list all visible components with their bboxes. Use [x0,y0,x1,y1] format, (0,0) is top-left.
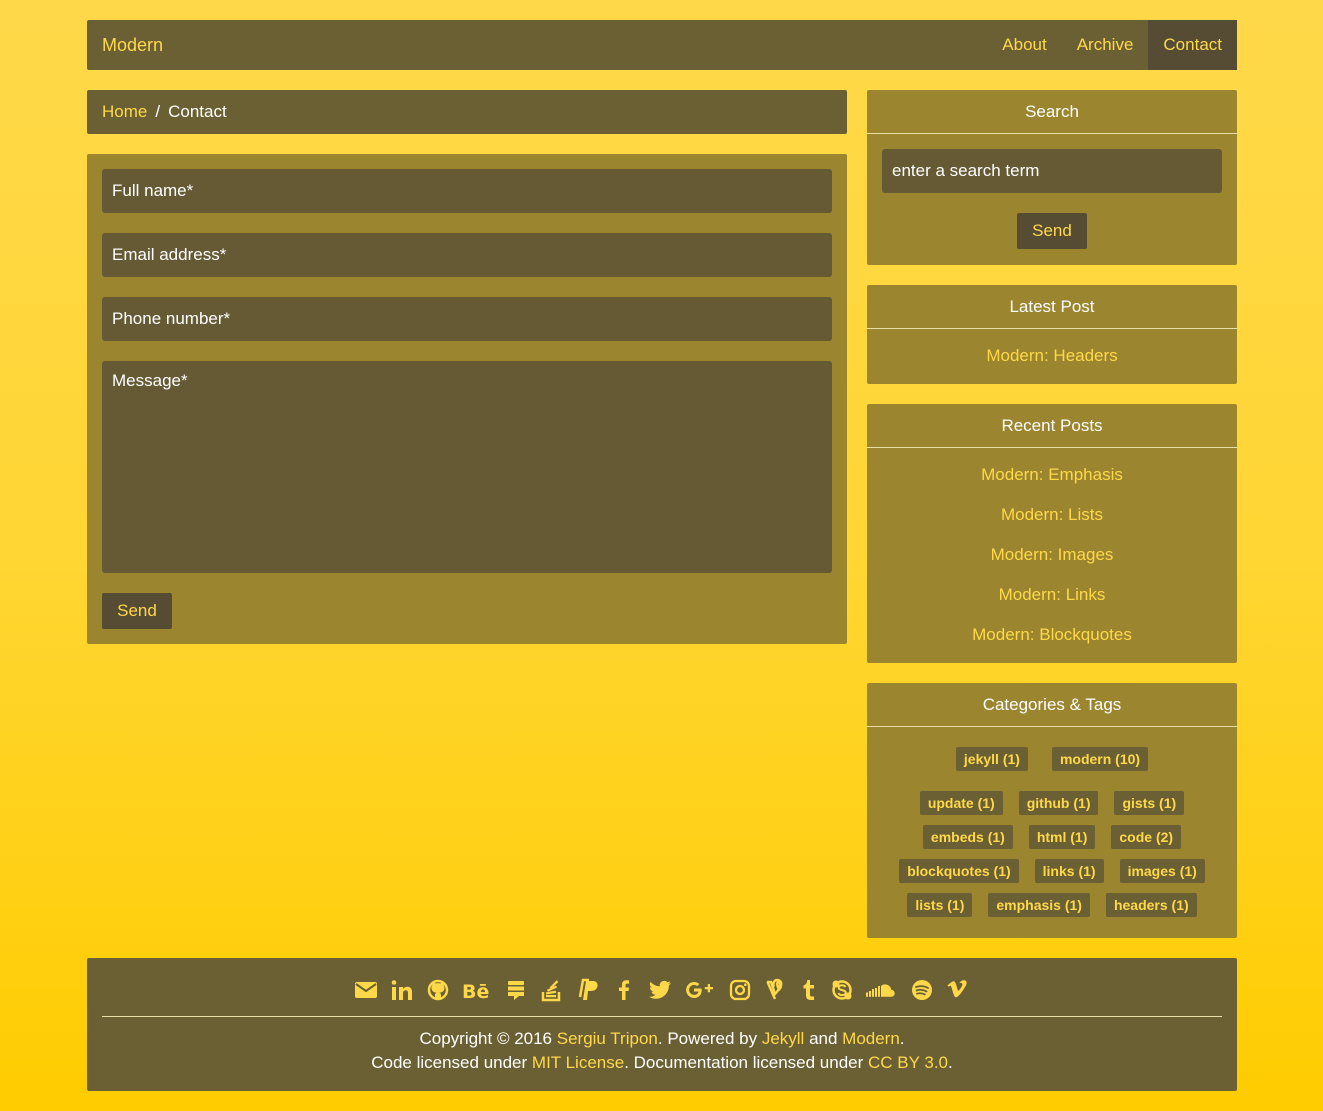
search-send-button[interactable]: Send [1017,213,1087,249]
phone-field[interactable]: Phone number* [102,297,832,341]
tag-link[interactable]: github (1) [1018,791,1099,815]
categories-tags-widget: Categories & Tags jekyll (1) modern (10)… [867,683,1237,938]
jekyll-link[interactable]: Jekyll [762,1029,805,1048]
svg-text:Bē: Bē [462,981,489,1002]
behance-icon[interactable]: Bē [462,978,492,1002]
breadcrumb-home[interactable]: Home [102,102,147,122]
tags-row: embeds (1) html (1) code (2) [867,825,1237,849]
tag-link[interactable]: code (2) [1111,825,1182,849]
cc-by-link[interactable]: CC BY 3.0 [868,1053,948,1072]
brand-link[interactable]: Modern [102,35,163,56]
recent-posts-widget: Recent Posts Modern: Emphasis Modern: Li… [867,404,1237,663]
tag-link[interactable]: blockquotes (1) [899,859,1019,883]
search-input[interactable]: enter a search term [882,149,1222,193]
powered-by-text: . Powered by [657,1029,762,1048]
categories-row: jekyll (1) modern (10) [867,727,1237,771]
stackoverflow-icon[interactable] [540,978,564,1002]
tag-link[interactable]: lists (1) [907,893,973,917]
search-widget: Search enter a search term Send [867,90,1237,265]
tag-link[interactable]: html (1) [1028,825,1096,849]
tags-row: blockquotes (1) links (1) images (1) [867,859,1237,883]
instagram-icon[interactable] [728,978,752,1002]
tag-link[interactable]: links (1) [1034,859,1104,883]
docs-license-text: . Documentation licensed under [624,1053,868,1072]
search-title: Search [867,90,1237,134]
copyright: Copyright © 2016 Sergiu Tripon. Powered … [102,1017,1222,1075]
tag-link[interactable]: update (1) [919,791,1003,815]
navbar: Modern About Archive Contact [87,20,1237,70]
footer: Bē Copyright © 2016 Sergiu Tripon. Power… [87,958,1237,1091]
recent-post-link[interactable]: Modern: Images [867,543,1237,583]
latest-post-link[interactable]: Modern: Headers [867,344,1237,384]
facebook-icon[interactable] [612,978,636,1002]
spotify-icon[interactable] [910,978,934,1002]
tumblr-icon[interactable] [800,978,818,1002]
tag-link[interactable]: images (1) [1119,859,1205,883]
google-plus-icon[interactable] [684,978,716,1002]
latest-post-title: Latest Post [867,285,1237,329]
category-tag[interactable]: modern (10) [1051,747,1149,771]
nav-item-archive[interactable]: Archive [1062,20,1149,70]
full-name-field[interactable]: Full name* [102,169,832,213]
skype-icon[interactable] [830,978,854,1002]
recent-post-link[interactable]: Modern: Lists [867,503,1237,543]
period-text: . [899,1029,905,1048]
envelope-icon[interactable] [354,978,378,1002]
copyright-prefix: Copyright © 2016 [419,1029,557,1048]
nav-item-about[interactable]: About [987,20,1061,70]
soundcloud-icon[interactable] [866,978,898,1002]
copyright-line-2: Code licensed under MIT License. Documen… [102,1051,1222,1075]
author-link[interactable]: Sergiu Tripon [557,1029,658,1048]
mit-license-link[interactable]: MIT License [532,1053,624,1072]
twitter-icon[interactable] [648,978,672,1002]
message-field[interactable]: Message* [102,361,832,573]
code-license-text: Code licensed under [371,1053,532,1072]
contact-form: Full name* Email address* Phone number* … [87,154,847,644]
tags-row: update (1) github (1) gists (1) [867,791,1237,815]
email-field[interactable]: Email address* [102,233,832,277]
contact-send-button[interactable]: Send [102,593,172,629]
vimeo-icon[interactable] [946,978,970,1002]
period-text: . [948,1053,953,1072]
breadcrumb-separator: / [155,102,161,121]
tag-link[interactable]: gists (1) [1114,791,1185,815]
tag-link[interactable]: emphasis (1) [988,893,1090,917]
social-icons: Bē [102,958,1222,1017]
tags-row: lists (1) emphasis (1) headers (1) [867,893,1237,917]
github-icon[interactable] [426,978,450,1002]
category-tag[interactable]: jekyll (1) [955,747,1028,771]
latest-post-widget: Latest Post Modern: Headers [867,285,1237,384]
recent-post-link[interactable]: Modern: Links [867,583,1237,623]
and-text: and [804,1029,843,1048]
recent-post-link[interactable]: Modern: Emphasis [867,463,1237,503]
stackexchange-icon[interactable] [504,978,528,1002]
recent-posts-title: Recent Posts [867,404,1237,448]
modern-link[interactable]: Modern [842,1029,900,1048]
copyright-line-1: Copyright © 2016 Sergiu Tripon. Powered … [102,1027,1222,1051]
breadcrumb: Home / Contact [87,90,847,134]
nav-item-contact[interactable]: Contact [1148,20,1237,70]
tags-grid: update (1) github (1) gists (1) embeds (… [867,771,1237,917]
categories-tags-title: Categories & Tags [867,683,1237,727]
tag-link[interactable]: headers (1) [1105,893,1197,917]
tag-link[interactable]: embeds (1) [922,825,1013,849]
breadcrumb-current: Contact [168,102,227,121]
recent-post-link[interactable]: Modern: Blockquotes [867,623,1237,663]
linkedin-icon[interactable] [390,978,414,1002]
nav-menu: About Archive Contact [987,20,1237,70]
paypal-icon[interactable] [576,978,600,1002]
vine-icon[interactable] [764,978,788,1002]
